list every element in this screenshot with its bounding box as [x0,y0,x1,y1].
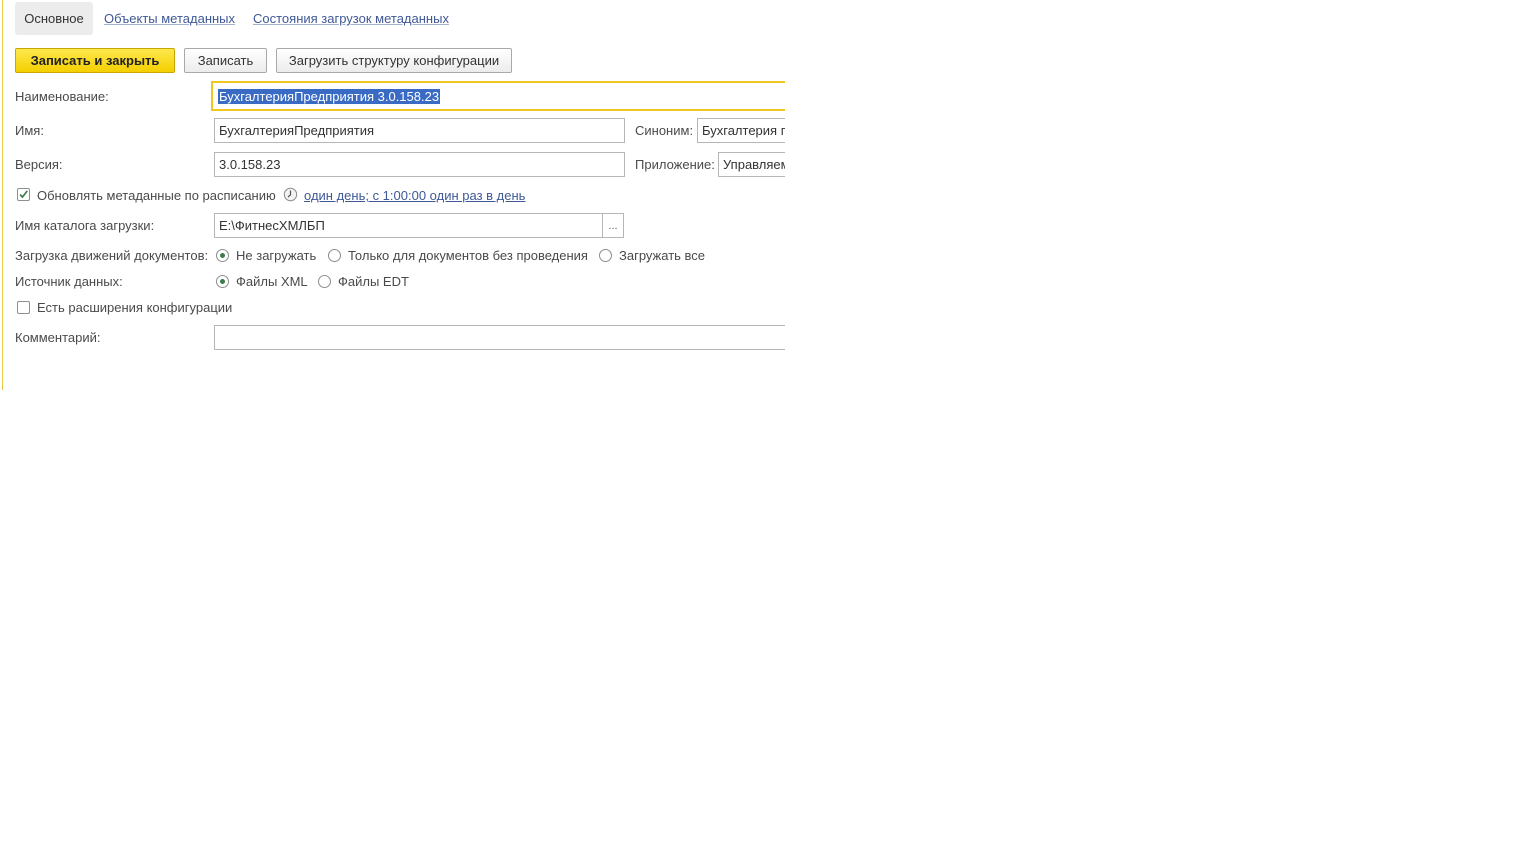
version-label: Версия: [15,157,63,172]
schedule-checkbox[interactable] [17,188,30,201]
load-configuration-structure-button[interactable]: Загрузить структуру конфигурации [276,48,512,73]
source-radio-xml[interactable] [216,275,229,288]
application-input[interactable]: Управляем [718,152,785,177]
comment-label: Комментарий: [15,330,101,345]
extensions-checkbox-label[interactable]: Есть расширения конфигурации [37,300,232,315]
extensions-checkbox[interactable] [17,301,30,314]
comment-input[interactable] [214,325,785,350]
version-input[interactable]: 3.0.158.23 [214,152,625,177]
form-left-border [2,0,3,390]
save-button[interactable]: Записать [184,48,267,73]
id-label: Имя: [15,123,44,138]
movements-radio-none[interactable] [216,249,229,262]
source-option-xml-label[interactable]: Файлы XML [236,274,308,289]
name-input-selected-text: БухгалтерияПредприятия 3.0.158.23 [218,88,441,104]
save-and-close-button[interactable]: Записать и закрыть [15,48,175,73]
source-label: Источник данных: [15,274,123,289]
name-label: Наименование: [15,89,109,104]
catalog-choose-button[interactable]: ... [602,213,624,238]
radio-selected-dot [220,253,225,258]
movements-label: Загрузка движений документов: [15,248,209,263]
catalog-input[interactable]: E:\ФитнесХМЛБП [214,213,603,238]
radio-selected-dot [220,279,225,284]
movements-option-none-label[interactable]: Не загружать [236,248,316,263]
movements-option-all-label[interactable]: Загружать все [619,248,705,263]
id-input[interactable]: БухгалтерияПредприятия [214,118,625,143]
tab-main[interactable]: Основное [15,2,93,35]
source-radio-edt[interactable] [318,275,331,288]
form-panel: Основное Объекты метаданных Состояния за… [0,0,785,390]
synonym-input[interactable]: Бухгалтерия п [697,118,785,143]
application-label: Приложение: [635,157,715,172]
checkmark-icon [19,190,28,199]
clock-icon[interactable] [283,187,298,202]
source-option-edt-label[interactable]: Файлы EDT [338,274,409,289]
tab-metadata-objects[interactable]: Объекты метаданных [104,11,235,26]
schedule-link[interactable]: один день; с 1:00:00 один раз в день [304,188,525,203]
movements-radio-all[interactable] [599,249,612,262]
movements-option-unposted-label[interactable]: Только для документов без проведения [348,248,588,263]
schedule-checkbox-label[interactable]: Обновлять метаданные по расписанию [37,188,276,203]
tab-metadata-load-states[interactable]: Состояния загрузок метаданных [253,11,449,26]
catalog-label: Имя каталога загрузки: [15,218,155,233]
synonym-label: Синоним: [635,123,694,138]
name-input[interactable]: БухгалтерияПредприятия 3.0.158.23 [211,81,785,111]
movements-radio-unposted[interactable] [328,249,341,262]
